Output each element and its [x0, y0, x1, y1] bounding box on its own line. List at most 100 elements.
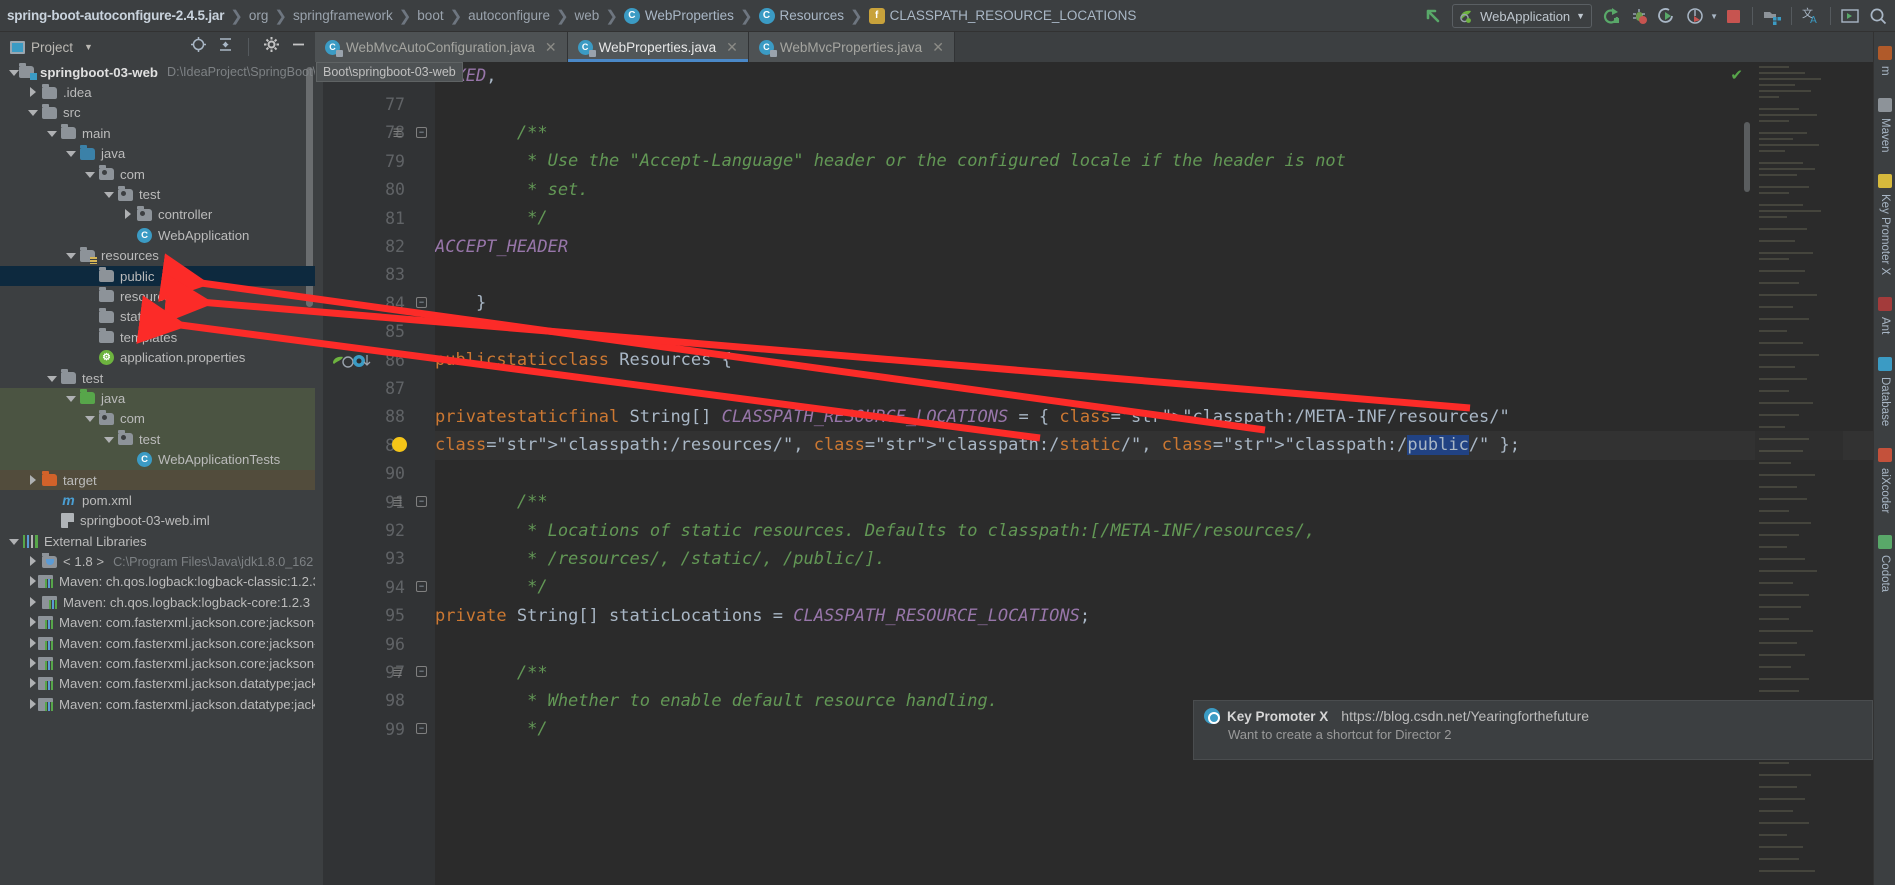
chevron-right-icon[interactable] — [27, 596, 38, 608]
code-editor[interactable]: 7778798081828384858687888990919293949596… — [315, 62, 1895, 885]
tree-item-controller[interactable]: controller — [0, 205, 315, 225]
chevron-down-icon[interactable]: ▼ — [84, 42, 93, 52]
tool-window-key-promoter-x[interactable]: Key Promoter X — [1874, 160, 1895, 283]
tree-item-templates[interactable]: templates — [0, 327, 315, 347]
editor-tab-webproperties[interactable]: C WebProperties.java ✕ — [567, 32, 749, 62]
tool-window-codota[interactable]: Codota — [1874, 521, 1895, 600]
breadcrumb-item-resources[interactable]: C Resources — [754, 0, 850, 32]
tree-item-pom-xml[interactable]: m pom.xml — [0, 490, 315, 510]
chevron-down-icon[interactable] — [65, 148, 76, 159]
tree-item-main[interactable]: main — [0, 123, 315, 143]
scroll-from-source-icon[interactable] — [190, 36, 207, 58]
code-line-91[interactable]: /** — [435, 488, 1895, 516]
code-line-94[interactable]: */ — [435, 573, 1895, 601]
tree-item-maven-com-fasterxml-jackson-core-jackson-datab[interactable]: Maven: com.fasterxml.jackson.core:jackso… — [0, 653, 315, 673]
tree-item-resources[interactable]: resources — [0, 286, 315, 306]
breadcrumb-item-org[interactable]: org — [244, 0, 274, 32]
tree-item-maven-com-fasterxml-jackson-core-jackson-annot[interactable]: Maven: com.fasterxml.jackson.core:jackso… — [0, 613, 315, 633]
chevron-down-icon[interactable]: ▼ — [1710, 12, 1718, 21]
code-fold-toggle[interactable]: − — [416, 496, 427, 507]
code-line-83[interactable] — [435, 261, 1895, 289]
editor-tab-webmvcproperties[interactable]: C WebMvcProperties.java ✕ — [748, 32, 955, 62]
code-line-95[interactable]: private String[] staticLocations = CLASS… — [435, 602, 1895, 630]
code-line-88[interactable]: private static final String[] CLASSPATH_… — [435, 403, 1895, 431]
editor-gutter[interactable]: 7778798081828384858687888990919293949596… — [323, 62, 435, 885]
key-promoter-link[interactable]: https://blog.csdn.net/Yearingforthefutur… — [1341, 708, 1589, 724]
inspection-status-icon[interactable]: ✔ — [1730, 66, 1743, 84]
search-everywhere-icon[interactable] — [1865, 3, 1891, 29]
gutter-bean-markers[interactable] — [331, 353, 377, 369]
chevron-right-icon[interactable] — [27, 658, 38, 669]
project-tree[interactable]: springboot-03-web D:\IdeaProject\SpringBo… — [0, 62, 315, 885]
run-with-coverage-icon[interactable] — [1654, 3, 1680, 29]
profile-icon[interactable] — [1682, 3, 1708, 29]
code-fold-toggle[interactable]: − — [416, 666, 427, 678]
code-line-78[interactable]: /** — [435, 119, 1895, 147]
code-line-79[interactable]: * Use the "Accept-Language" header or th… — [435, 147, 1895, 175]
code-line-86[interactable]: public static class Resources { — [435, 346, 1895, 374]
chevron-right-icon[interactable] — [27, 87, 38, 98]
chevron-down-icon[interactable] — [103, 189, 114, 200]
chevron-down-icon[interactable] — [84, 413, 95, 424]
chevron-right-icon[interactable] — [27, 698, 38, 710]
run-icon[interactable] — [1598, 3, 1624, 29]
code-line-89[interactable]: class ="str">"classpath:/resources/", cla… — [435, 431, 1895, 459]
tree-item-java[interactable]: java — [0, 144, 315, 164]
code-line-90[interactable] — [435, 460, 1895, 488]
chevron-right-icon[interactable] — [27, 556, 38, 567]
build-project-icon[interactable] — [1759, 3, 1785, 29]
tree-item--idea[interactable]: .idea — [0, 82, 315, 102]
code-line-85[interactable] — [435, 318, 1895, 346]
chevron-down-icon[interactable] — [103, 434, 114, 445]
project-panel-title[interactable]: Project ▼ — [10, 40, 93, 55]
tree-item-webapplicationtests[interactable]: C WebApplicationTests — [0, 449, 315, 470]
breadcrumb-item-spring-boot-autoconfigure-2-4-5-jar[interactable]: spring-boot-autoconfigure-2.4.5.jar — [2, 0, 229, 32]
chevron-down-icon[interactable] — [8, 67, 19, 78]
tree-item-springboot-03-web[interactable]: springboot-03-web D:\IdeaProject\SpringBo… — [0, 62, 315, 82]
tree-item-maven-com-fasterxml-jackson-core-jackson-core-2[interactable]: Maven: com.fasterxml.jackson.core:jackso… — [0, 633, 315, 653]
tree-item-maven-com-fasterxml-jackson-datatype-jackson-d[interactable]: Maven: com.fasterxml.jackson.datatype:ja… — [0, 694, 315, 714]
tree-item-public[interactable]: public — [0, 265, 315, 287]
tree-item-maven-ch-qos-logback-logback-classic-1-2-3[interactable]: Maven: ch.qos.logback:logback-classic:1.… — [0, 572, 315, 592]
close-icon[interactable]: ✕ — [726, 39, 738, 56]
console-icon[interactable] — [1837, 3, 1863, 29]
tree-item-test[interactable]: test — [0, 184, 315, 204]
tree-item-test[interactable]: test — [0, 368, 315, 388]
tree-item-com[interactable]: com — [0, 408, 315, 430]
tree-item-external-libraries[interactable]: External Libraries — [0, 531, 315, 551]
tool-window-database[interactable]: Database — [1874, 343, 1895, 434]
code-line-80[interactable]: * set. — [435, 176, 1895, 204]
editor-tab-webmvcautoconfiguration[interactable]: C WebMvcAutoConfiguration.java ✕ — [315, 32, 568, 62]
tree-item-application-properties[interactable]: ⚙ application.properties — [0, 347, 315, 367]
chevron-down-icon[interactable]: ▼ — [1576, 11, 1585, 21]
code-line-96[interactable] — [435, 630, 1895, 658]
chevron-down-icon[interactable] — [46, 128, 57, 139]
tree-item-maven-ch-qos-logback-logback-core-1-2-3[interactable]: Maven: ch.qos.logback:logback-core:1.2.3 — [0, 592, 315, 612]
code-line-87[interactable] — [435, 374, 1895, 402]
tool-window-aixcoder[interactable]: aiXcoder — [1874, 434, 1895, 521]
tool-window-maven[interactable]: Maven — [1874, 84, 1895, 161]
breadcrumb-item-web[interactable]: web — [570, 0, 605, 32]
debug-icon[interactable] — [1626, 3, 1652, 29]
chevron-down-icon[interactable] — [46, 373, 57, 384]
code-fold-toggle[interactable]: − — [416, 297, 427, 309]
chevron-down-icon[interactable] — [84, 169, 95, 180]
tree-item-test[interactable]: test — [0, 429, 315, 450]
tree-item-resources[interactable]: resources — [0, 246, 315, 266]
close-icon[interactable]: ✕ — [545, 39, 557, 56]
code-line-92[interactable]: * Locations of static resources. Default… — [435, 516, 1895, 544]
code-fold-toggle[interactable]: − — [416, 581, 427, 593]
tree-item-static[interactable]: static — [0, 307, 315, 327]
chevron-right-icon[interactable] — [122, 209, 133, 220]
chevron-right-icon[interactable] — [27, 678, 38, 689]
breadcrumb-item-classpath-resource-locations[interactable]: f CLASSPATH_RESOURCE_LOCATIONS — [864, 0, 1142, 32]
code-line-81[interactable]: */ — [435, 204, 1895, 232]
chevron-down-icon[interactable] — [27, 107, 38, 118]
editor-minimap[interactable] — [1755, 62, 1843, 885]
stop-icon[interactable] — [1720, 3, 1746, 29]
chevron-down-icon[interactable] — [65, 250, 76, 261]
chevron-down-icon[interactable] — [65, 393, 76, 404]
chevron-right-icon[interactable] — [27, 474, 38, 486]
translate-icon[interactable]: 文A — [1798, 3, 1824, 29]
breadcrumb-item-springframework[interactable]: springframework — [288, 0, 398, 32]
